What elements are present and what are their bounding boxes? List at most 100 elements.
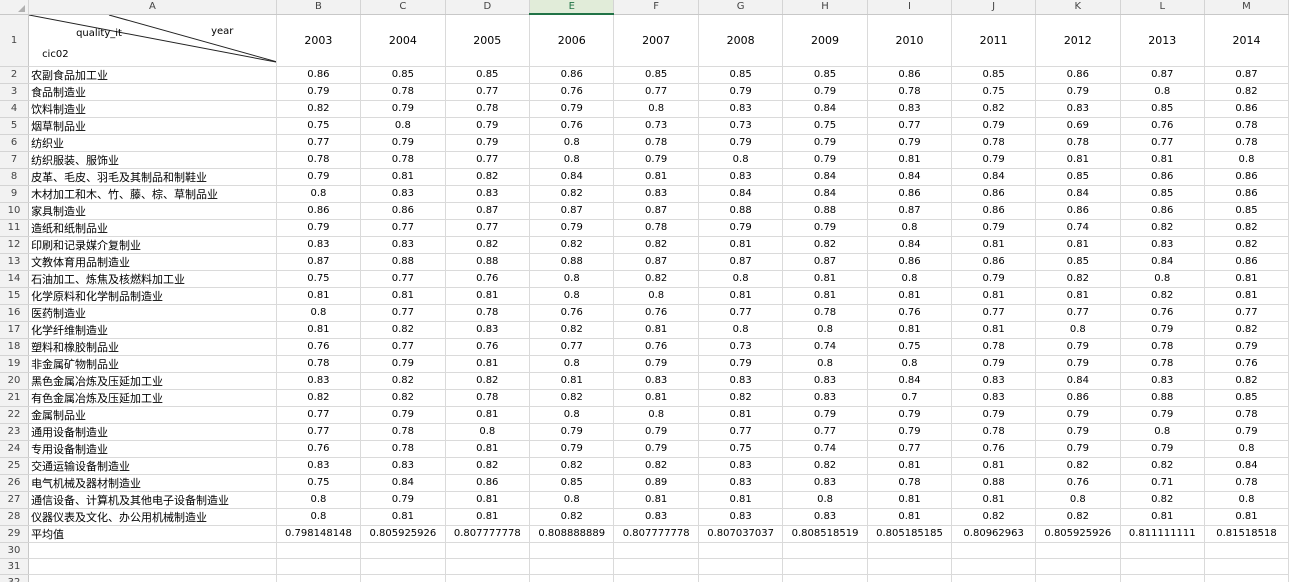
empty-cell[interactable]: [782, 558, 868, 575]
value-cell[interactable]: 0.88: [782, 202, 868, 220]
row-header[interactable]: 12: [0, 236, 30, 254]
empty-cell[interactable]: [529, 558, 615, 575]
value-cell[interactable]: 0.77: [276, 406, 362, 424]
value-cell[interactable]: 0.84: [782, 168, 868, 186]
value-cell[interactable]: 0.81: [276, 321, 362, 339]
empty-cell[interactable]: [1035, 542, 1121, 559]
value-cell[interactable]: 0.81: [360, 168, 446, 186]
value-cell[interactable]: 0.79: [1120, 440, 1205, 458]
value-cell[interactable]: 0.81: [951, 236, 1037, 254]
value-cell[interactable]: 0.83: [782, 372, 868, 390]
row-header[interactable]: 16: [0, 304, 30, 322]
empty-cell[interactable]: [613, 574, 699, 582]
industry-label-cell[interactable]: 黑色金属冶炼及压延加工业: [28, 372, 277, 390]
value-cell[interactable]: 0.81: [276, 287, 362, 305]
value-cell[interactable]: 0.79: [613, 440, 699, 458]
row-header[interactable]: 7: [0, 151, 30, 169]
value-cell[interactable]: 0.74: [782, 440, 868, 458]
industry-label-cell[interactable]: 平均值: [28, 525, 277, 543]
value-cell[interactable]: 0.84: [1035, 185, 1121, 203]
value-cell[interactable]: 0.87: [613, 202, 699, 220]
value-cell[interactable]: 0.76: [1204, 355, 1289, 373]
value-cell[interactable]: 0.83: [951, 389, 1037, 407]
value-cell[interactable]: 0.77: [951, 304, 1037, 322]
value-cell[interactable]: 0.86: [1120, 168, 1205, 186]
empty-cell[interactable]: [867, 542, 953, 559]
value-cell[interactable]: 0.85: [1035, 168, 1121, 186]
value-cell[interactable]: 0.78: [360, 83, 446, 101]
value-cell[interactable]: 0.79: [276, 168, 362, 186]
value-cell[interactable]: 0.76: [1120, 304, 1205, 322]
empty-cell[interactable]: [1120, 558, 1205, 575]
empty-cell[interactable]: [1120, 542, 1205, 559]
value-cell[interactable]: 0.8: [613, 406, 699, 424]
empty-cell[interactable]: [360, 542, 446, 559]
column-header-m[interactable]: M: [1204, 0, 1289, 15]
value-cell[interactable]: 0.79: [782, 406, 868, 424]
value-cell[interactable]: 0.73: [698, 338, 784, 356]
value-cell[interactable]: 0.77: [445, 83, 531, 101]
value-cell[interactable]: 0.84: [1035, 372, 1121, 390]
value-cell[interactable]: 0.81: [698, 491, 784, 509]
value-cell[interactable]: 0.88: [529, 253, 615, 271]
value-cell[interactable]: 0.83: [782, 508, 868, 526]
value-cell[interactable]: 0.82: [951, 508, 1037, 526]
value-cell[interactable]: 0.77: [360, 270, 446, 288]
value-cell[interactable]: 0.8: [698, 321, 784, 339]
industry-label-cell[interactable]: 专用设备制造业: [28, 440, 277, 458]
value-cell[interactable]: 0.811111111: [1120, 525, 1205, 543]
value-cell[interactable]: 0.85: [698, 66, 784, 84]
value-cell[interactable]: 0.83: [867, 100, 953, 118]
value-cell[interactable]: 0.79: [613, 355, 699, 373]
value-cell[interactable]: 0.73: [613, 117, 699, 135]
value-cell[interactable]: 0.8: [1120, 83, 1205, 101]
year-header-cell[interactable]: 2011: [951, 14, 1037, 67]
diagonal-header-cell[interactable]: quality_it year cic02: [28, 14, 277, 67]
value-cell[interactable]: 0.84: [867, 236, 953, 254]
value-cell[interactable]: 0.85: [1204, 389, 1289, 407]
value-cell[interactable]: 0.81: [951, 457, 1037, 475]
value-cell[interactable]: 0.82: [445, 168, 531, 186]
value-cell[interactable]: 0.79: [782, 151, 868, 169]
value-cell[interactable]: 0.79: [782, 219, 868, 237]
value-cell[interactable]: 0.75: [698, 440, 784, 458]
empty-cell[interactable]: [698, 542, 784, 559]
value-cell[interactable]: 0.83: [698, 457, 784, 475]
value-cell[interactable]: 0.83: [782, 474, 868, 492]
industry-label-cell[interactable]: 塑料和橡胶制品业: [28, 338, 277, 356]
value-cell[interactable]: 0.8: [613, 100, 699, 118]
value-cell[interactable]: 0.79: [698, 355, 784, 373]
value-cell[interactable]: 0.86: [951, 253, 1037, 271]
value-cell[interactable]: 0.78: [951, 134, 1037, 152]
value-cell[interactable]: 0.79: [613, 151, 699, 169]
value-cell[interactable]: 0.86: [1035, 389, 1121, 407]
value-cell[interactable]: 0.79: [698, 83, 784, 101]
value-cell[interactable]: 0.82: [613, 270, 699, 288]
value-cell[interactable]: 0.8: [529, 287, 615, 305]
industry-label-cell[interactable]: 通信设备、计算机及其他电子设备制造业: [28, 491, 277, 509]
industry-label-cell[interactable]: 仪器仪表及文化、办公用机械制造业: [28, 508, 277, 526]
value-cell[interactable]: 0.88: [360, 253, 446, 271]
value-cell[interactable]: 0.86: [1204, 185, 1289, 203]
value-cell[interactable]: 0.78: [1204, 406, 1289, 424]
value-cell[interactable]: 0.84: [867, 372, 953, 390]
empty-cell[interactable]: [1204, 558, 1289, 575]
value-cell[interactable]: 0.79: [698, 134, 784, 152]
value-cell[interactable]: 0.78: [360, 423, 446, 441]
value-cell[interactable]: 0.8: [698, 151, 784, 169]
value-cell[interactable]: 0.82: [360, 389, 446, 407]
value-cell[interactable]: 0.82: [782, 457, 868, 475]
value-cell[interactable]: 0.83: [1120, 372, 1205, 390]
value-cell[interactable]: 0.87: [1204, 66, 1289, 84]
value-cell[interactable]: 0.8: [1120, 270, 1205, 288]
column-header-j[interactable]: J: [951, 0, 1037, 15]
industry-label-cell[interactable]: 印刷和记录媒介复制业: [28, 236, 277, 254]
value-cell[interactable]: 0.79: [782, 134, 868, 152]
value-cell[interactable]: 0.8: [867, 355, 953, 373]
value-cell[interactable]: 0.8: [529, 151, 615, 169]
value-cell[interactable]: 0.69: [1035, 117, 1121, 135]
value-cell[interactable]: 0.76: [1120, 117, 1205, 135]
empty-cell[interactable]: [445, 542, 531, 559]
value-cell[interactable]: 0.81: [867, 491, 953, 509]
empty-cell[interactable]: [360, 558, 446, 575]
